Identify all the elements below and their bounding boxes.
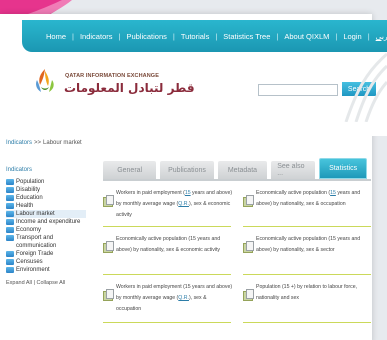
- breadcrumb: Indicators >> Labour market: [6, 140, 82, 146]
- report-icon: [243, 195, 254, 207]
- sidebar-footer: Expand All | Collapse All: [6, 280, 86, 286]
- nav-statistics-tree[interactable]: Statistics Tree: [223, 32, 270, 41]
- sidebar: Indicators Population Disability Educati…: [6, 167, 86, 286]
- sidebar-item-labour-market[interactable]: Labour market: [6, 210, 86, 218]
- nav-indicators[interactable]: Indicators: [80, 32, 113, 41]
- folder-icon: [6, 187, 14, 193]
- sidebar-item-transport[interactable]: Transport and communication: [6, 234, 86, 250]
- item-separator: [243, 226, 371, 227]
- tab-statistics[interactable]: Statistics: [319, 158, 367, 179]
- report-icon: [243, 241, 254, 253]
- nav-login[interactable]: Login: [343, 32, 361, 41]
- logo-text-en: QATAR INFORMATION EXCHANGE: [65, 73, 159, 79]
- sidebar-item-environment[interactable]: Environment: [6, 266, 86, 274]
- nav-home[interactable]: Home: [46, 32, 66, 41]
- report-item[interactable]: Economically active population (15 years…: [103, 234, 233, 266]
- item-separator: [243, 274, 371, 275]
- sidebar-item-education[interactable]: Education: [6, 194, 86, 202]
- sidebar-item-economy[interactable]: Economy: [6, 226, 86, 234]
- top-navigation: Home | Indicators | Publications | Tutorial…: [22, 20, 387, 52]
- folder-icon: [6, 267, 14, 273]
- report-title: Population (15 +) by relation to labour …: [256, 284, 358, 301]
- item-separator: [243, 322, 371, 323]
- breadcrumb-parent[interactable]: Indicators: [6, 140, 32, 146]
- folder-icon: [6, 235, 14, 241]
- report-title: Economically active population (15 years…: [256, 190, 361, 207]
- breadcrumb-current: Labour market: [43, 140, 82, 146]
- report-icon: [103, 241, 114, 253]
- nav-about[interactable]: About QIXLM: [284, 32, 329, 41]
- nav-publications[interactable]: Publications: [126, 32, 166, 41]
- sidebar-item-foreign-trade[interactable]: Foreign Trade: [6, 250, 86, 258]
- report-icon: [103, 289, 114, 301]
- tab-general[interactable]: General: [103, 161, 157, 179]
- report-item[interactable]: Economically active population (15 years…: [243, 188, 373, 220]
- sidebar-title[interactable]: Indicators: [6, 167, 86, 173]
- item-separator: [103, 322, 231, 323]
- statistics-content: Workers in paid employment (15 years and…: [103, 188, 373, 328]
- header: QATAR INFORMATION EXCHANGE قطر لتبادل ال…: [6, 52, 387, 136]
- report-item[interactable]: Workers in paid employment (15 years and…: [103, 282, 233, 314]
- folder-icon: [6, 195, 14, 201]
- report-item[interactable]: Economically active population (15 years…: [243, 234, 373, 266]
- report-icon: [243, 289, 254, 301]
- logo-text-ar: قطر لتبادل المعلومات: [64, 81, 195, 95]
- decorative-lines: [344, 52, 387, 122]
- tab-bar: General Publications Metadata See also .…: [103, 158, 371, 179]
- nav-tutorials[interactable]: Tutorials: [181, 32, 209, 41]
- sidebar-item-disability[interactable]: Disability: [6, 186, 86, 194]
- report-icon: [103, 195, 114, 207]
- footer-separator: |: [33, 280, 35, 286]
- expand-all-link[interactable]: Expand All: [6, 280, 32, 286]
- sidebar-item-health[interactable]: Health: [6, 202, 86, 210]
- tab-publications[interactable]: Publications: [160, 161, 214, 179]
- logo-icon: [36, 69, 54, 92]
- item-separator: [103, 226, 231, 227]
- breadcrumb-separator: >>: [34, 140, 42, 146]
- tab-see-also[interactable]: See also ...: [271, 161, 316, 179]
- folder-icon: [6, 179, 14, 185]
- item-separator: [103, 274, 231, 275]
- folder-icon: [6, 203, 14, 209]
- report-item[interactable]: Population (15 +) by relation to labour …: [243, 282, 373, 314]
- report-title: Workers in paid employment (15 years and…: [116, 284, 233, 312]
- folder-icon: [6, 227, 14, 233]
- folder-icon: [6, 259, 14, 265]
- tab-metadata[interactable]: Metadata: [217, 161, 268, 179]
- collapse-all-link[interactable]: Collapse All: [37, 280, 66, 286]
- report-title: Workers in paid employment (15 years and…: [116, 190, 233, 218]
- folder-icon: [6, 251, 14, 257]
- folder-icon: [6, 219, 14, 225]
- sidebar-item-censuses[interactable]: Censuses: [6, 258, 86, 266]
- sidebar-item-population[interactable]: Population: [6, 178, 86, 186]
- tab-strip: [103, 179, 371, 181]
- report-title: Economically active population (15 years…: [256, 236, 361, 253]
- report-item[interactable]: Workers in paid employment (15 years and…: [103, 188, 233, 220]
- search-input[interactable]: [258, 84, 338, 96]
- nav-arabic[interactable]: عربي: [376, 32, 387, 41]
- folder-icon: [6, 211, 14, 217]
- report-title: Economically active population (15 years…: [116, 236, 221, 253]
- sidebar-item-income[interactable]: Income and expenditure: [6, 218, 86, 226]
